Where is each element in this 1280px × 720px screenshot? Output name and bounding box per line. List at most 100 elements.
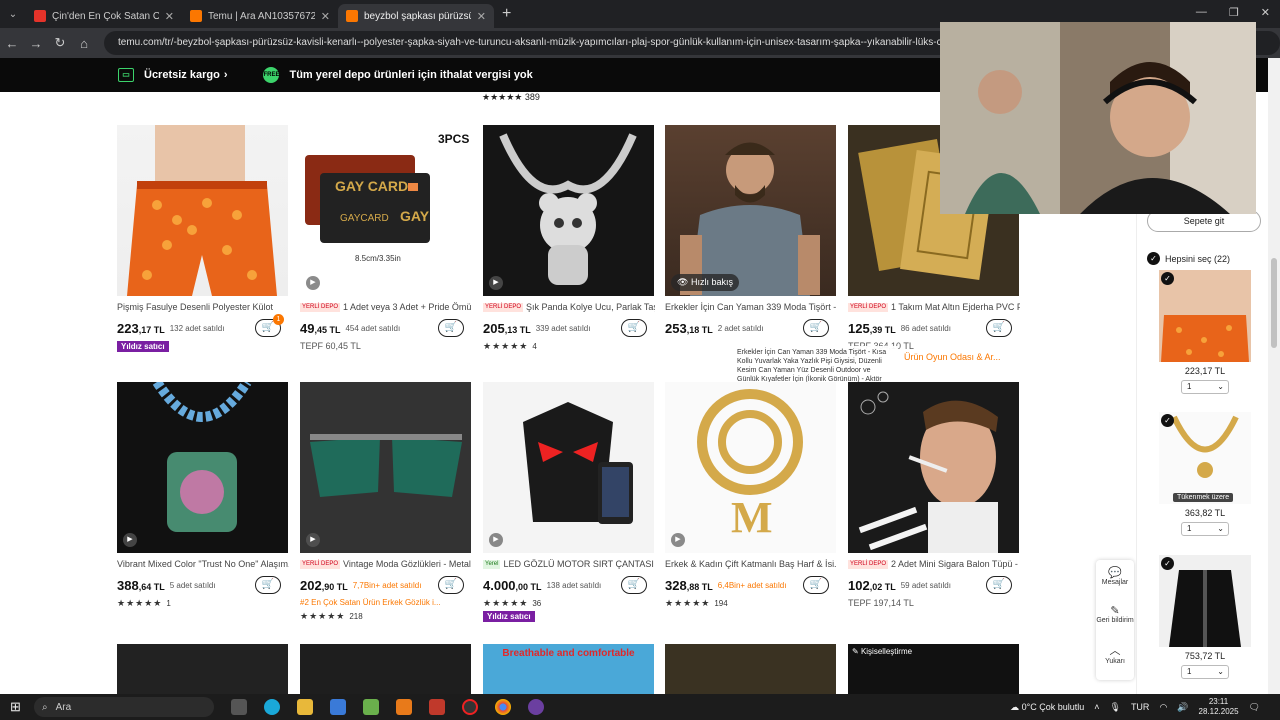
product-card[interactable]: ▶ Yerel LED GÖZLÜ MOTOR SIRT ÇANTASI ... … — [483, 382, 655, 622]
product-title[interactable]: Yerel LED GÖZLÜ MOTOR SIRT ÇANTASI ... — [483, 559, 655, 571]
add-to-cart-button[interactable]: 🛒 — [803, 319, 829, 337]
wifi-icon[interactable]: ◠ — [1159, 702, 1167, 713]
close-window-icon[interactable]: ✕ — [1261, 6, 1270, 19]
page-scrollbar[interactable] — [1268, 58, 1280, 694]
product-card[interactable] — [665, 644, 837, 694]
app-icon[interactable] — [429, 699, 445, 715]
windows-start-icon[interactable]: ⊞ — [10, 699, 21, 715]
quantity-select[interactable]: 1 ⌄ — [1181, 665, 1229, 679]
free-shipping-link[interactable]: ▭ Ücretsiz kargo › — [118, 68, 227, 82]
notification-icon[interactable]: 🗨 — [1249, 702, 1260, 713]
play-video-icon[interactable]: ▶ — [306, 533, 320, 547]
task-view-icon[interactable] — [231, 699, 247, 715]
chrome-icon[interactable] — [495, 699, 511, 715]
quick-view-button[interactable]: 👁 Hızlı bakış — [671, 274, 739, 291]
edge-icon[interactable] — [264, 699, 280, 715]
play-video-icon[interactable]: ▶ — [489, 276, 503, 290]
product-title[interactable]: Pişmiş Fasulye Desenli Polyester Külot — [117, 302, 289, 314]
product-image[interactable] — [300, 644, 471, 694]
weather-widget[interactable]: ☁ 0°C Çok bulutlu — [1010, 702, 1084, 713]
file-explorer-icon[interactable] — [297, 699, 313, 715]
new-tab-button[interactable]: + — [502, 5, 511, 23]
product-card[interactable] — [117, 644, 289, 694]
quantity-select[interactable]: 1 ⌄ — [1181, 522, 1229, 536]
product-card[interactable]: ▶ YERLİ DEPO Şık Panda Kolye Ucu, Parlak … — [483, 125, 655, 352]
product-title[interactable]: Vibrant Mixed Color "Trust No One" Alaşı… — [117, 559, 289, 571]
taskbar-search[interactable]: ⌕ Ara — [34, 697, 214, 717]
home-icon[interactable]: ⌂ — [72, 36, 96, 51]
tab-1[interactable]: Çin'den En Çok Satan Oyuncu... ✕ — [26, 4, 182, 28]
product-card[interactable]: 3PCS GAY CARD GAYCARD GAY 8.5cm/3.35in ▶ YER… — [300, 125, 472, 351]
product-title[interactable]: YERLİ DEPO Vintage Moda Gözlükleri - Meta… — [300, 559, 472, 571]
product-card[interactable]: Pişmiş Fasulye Desenli Polyester Külot 2… — [117, 125, 289, 352]
add-to-cart-button[interactable]: 🛒 — [255, 576, 281, 594]
tab-2[interactable]: Temu | Ara AN10357672 ✕ — [182, 4, 338, 28]
add-to-cart-button[interactable]: 🛒 — [621, 576, 647, 594]
cart-item-image[interactable]: ✓ — [1159, 555, 1251, 647]
select-all-checkbox[interactable]: ✓ Hepsini seç (22) — [1147, 252, 1230, 265]
scrollbar-thumb[interactable] — [1271, 258, 1277, 348]
forward-icon[interactable]: → — [24, 36, 48, 51]
product-image[interactable]: 3PCS GAY CARD GAYCARD GAY 8.5cm/3.35in ▶ — [300, 125, 471, 296]
app-icon[interactable] — [528, 699, 544, 715]
item-checkbox[interactable]: ✓ — [1161, 414, 1174, 427]
scroll-top-button[interactable]: ︿ Yukarı — [1096, 636, 1134, 674]
app-icon[interactable] — [363, 699, 379, 715]
product-card[interactable]: M ▶ Erkek & Kadın Çift Katmanlı Baş Harf… — [665, 382, 837, 609]
product-image[interactable]: ▶ — [117, 382, 288, 553]
minimize-icon[interactable]: — — [1196, 6, 1207, 19]
close-icon[interactable]: ✕ — [165, 10, 174, 23]
product-title[interactable]: Erkek & Kadın Çift Katmanlı Baş Harf & İ… — [665, 559, 837, 571]
close-icon[interactable]: ✕ — [321, 10, 330, 23]
clock[interactable]: 23:11 28.12.2025 — [1199, 697, 1239, 717]
messages-button[interactable]: 💬 Mesajlar — [1096, 560, 1134, 598]
cart-item[interactable]: ✓ Tükenmek üzere 363,82 TL 1 ⌄ — [1159, 412, 1251, 536]
product-card[interactable]: 👁 Hızlı bakış Erkekler İçin Can Yaman 33… — [665, 125, 837, 337]
feedback-button[interactable]: ✎ Geri bildirim — [1096, 598, 1134, 636]
product-card[interactable]: YERLİ DEPO 2 Adet Mini Sigara Balon Tüpü … — [848, 382, 1020, 608]
item-checkbox[interactable]: ✓ — [1161, 272, 1174, 285]
add-to-cart-button[interactable]: 🛒 1 — [255, 314, 284, 337]
product-image[interactable]: ▶ — [483, 125, 654, 296]
play-video-icon[interactable]: ▶ — [671, 533, 685, 547]
app-icon[interactable] — [462, 699, 478, 715]
close-icon[interactable]: ✕ — [477, 10, 486, 23]
add-to-cart-button[interactable]: 🛒 — [438, 576, 464, 594]
play-video-icon[interactable]: ▶ — [489, 533, 503, 547]
product-image[interactable]: Breathable and comfortable — [483, 644, 654, 694]
play-video-icon[interactable]: ▶ — [123, 533, 137, 547]
product-card[interactable]: ▶ Vibrant Mixed Color "Trust No One" Ala… — [117, 382, 289, 609]
product-card[interactable] — [300, 644, 472, 694]
product-image[interactable] — [117, 125, 288, 296]
add-to-cart-button[interactable]: 🛒 — [803, 576, 829, 594]
add-to-cart-button[interactable]: 🛒 — [438, 319, 464, 337]
language-indicator[interactable]: TUR — [1131, 702, 1150, 712]
product-title[interactable]: YERLİ DEPO 1 Adet veya 3 Adet + Pride Ömü… — [300, 302, 472, 314]
cart-item[interactable]: ✓ 753,72 TL 1 ⌄ — [1159, 555, 1251, 679]
item-checkbox[interactable]: ✓ — [1161, 557, 1174, 570]
quantity-select[interactable]: 1 ⌄ — [1181, 380, 1229, 394]
cart-item-image[interactable]: ✓ Tükenmek üzere — [1159, 412, 1251, 504]
product-title[interactable]: YERLİ DEPO 1 Takım Mat Altın Ejderha PVC … — [848, 302, 1020, 314]
product-card[interactable]: ▶ YERLİ DEPO Vintage Moda Gözlükleri - Me… — [300, 382, 472, 622]
app-icon[interactable] — [396, 699, 412, 715]
product-card[interactable]: Breathable and comfortable — [483, 644, 655, 694]
product-card[interactable]: ✎ Kişiselleştirme — [848, 644, 1020, 694]
back-icon[interactable]: ← — [0, 36, 24, 51]
product-image[interactable]: 👁 Hızlı bakış — [665, 125, 836, 296]
product-image[interactable] — [117, 644, 288, 694]
product-image[interactable] — [665, 644, 836, 694]
store-icon[interactable] — [330, 699, 346, 715]
product-image[interactable] — [848, 382, 1019, 553]
play-video-icon[interactable]: ▶ — [306, 276, 320, 290]
bestseller-rank[interactable]: #2 En Çok Satan Ürün Erkek Gözlük i... — [300, 598, 472, 607]
cart-item[interactable]: ✓ 223,17 TL 1 ⌄ — [1159, 270, 1251, 394]
tray-chevron-icon[interactable]: ˄ — [1094, 702, 1099, 712]
add-to-cart-button[interactable]: 🛒 — [986, 576, 1012, 594]
cart-item-image[interactable]: ✓ — [1159, 270, 1251, 362]
tab-3-active[interactable]: beyzbol şapkası pürüzsüz kavis... ✕ — [338, 4, 494, 28]
maximize-icon[interactable]: ❐ — [1229, 6, 1239, 19]
add-to-cart-button[interactable]: 🛒 — [986, 319, 1012, 337]
reload-icon[interactable]: ↻ — [48, 35, 72, 51]
product-title[interactable]: Erkekler İçin Can Yaman 339 Moda Tişört … — [665, 302, 837, 314]
